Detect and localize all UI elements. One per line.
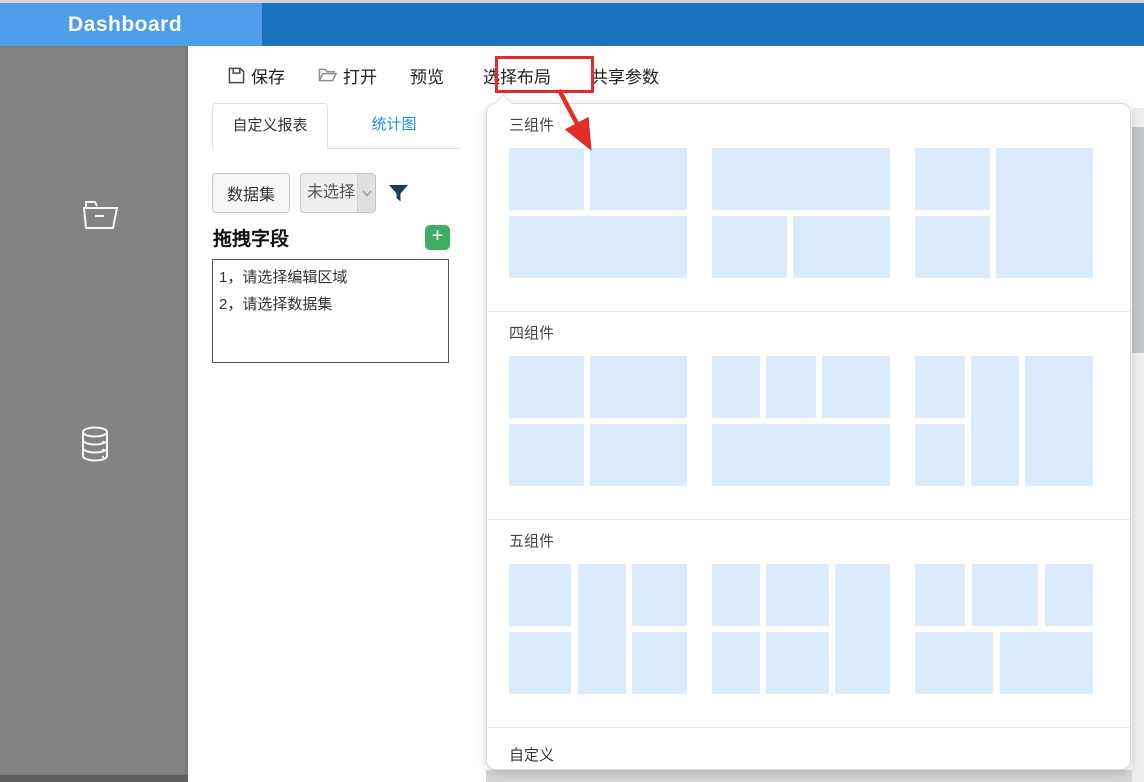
layout-option-thumbnail[interactable] [509,148,687,278]
layout-sections: 三组件 四组件 五组件 [487,104,1130,728]
layout-block [712,564,761,626]
layout-block [971,564,1038,626]
layout-section: 四组件 [487,312,1130,520]
share-params-label: 共享参数 [591,67,659,87]
layout-block [766,564,829,626]
database-icon [82,426,108,462]
folder-icon [82,201,119,229]
layout-block [915,632,994,694]
dataset-button[interactable]: 数据集 [212,173,291,213]
sidebar-item-reports[interactable] [80,192,120,234]
tab-chart[interactable]: 统计图 [328,103,460,149]
layout-block [589,356,687,418]
layout-block [589,148,687,210]
layout-block [915,424,965,486]
layout-option-thumbnail[interactable] [712,564,890,694]
app-header: Dashboard [0,3,1144,46]
layout-block [577,564,626,694]
layout-section-title: 三组件 [509,117,555,134]
save-label: 保存 [251,67,285,87]
preview-label: 预览 [410,67,444,87]
left-pane-tabs: 自定义报表 统计图 [212,103,460,149]
layout-block [509,216,687,278]
dataset-select-value: 未选择 [307,184,356,201]
dataset-select[interactable]: 未选择 [300,173,377,213]
canvas-background [486,770,1144,782]
layout-block [1044,564,1093,626]
left-sidebar [0,46,188,775]
custom-layout-option[interactable]: 自定义 [487,728,1130,769]
instruction-box: 1，请选择编辑区域 2，请选择数据集 [212,259,449,363]
layout-thumbnails-row [509,356,1108,519]
instruction-line: 2，请选择数据集 [219,296,333,313]
layout-block [509,424,584,486]
layout-block [712,632,761,694]
layout-block [1025,356,1093,486]
layout-block [915,148,990,210]
sidebar-item-datasets[interactable] [76,424,114,464]
layout-block [766,356,817,418]
layout-block [712,216,787,278]
layout-option-thumbnail[interactable] [915,564,1093,694]
layout-block [995,148,1093,278]
layout-block [971,356,1020,486]
layout-block [915,356,965,418]
layout-thumbnails-row [509,148,1108,311]
layout-section: 五组件 [487,520,1130,728]
share-params-button[interactable]: 共享参数 [591,63,659,88]
layout-option-thumbnail[interactable] [509,564,687,694]
layout-section: 三组件 [487,104,1130,312]
layout-option-thumbnail[interactable] [712,356,890,486]
select-layout-label: 选择布局 [483,67,551,87]
layout-block [509,564,572,626]
layout-block [792,216,890,278]
layout-block [589,424,687,486]
scrollbar-thumb[interactable] [1132,127,1144,353]
filter-funnel-icon [389,184,409,201]
layout-block [712,356,761,418]
instruction-line: 1，请选择编辑区域 [219,269,348,286]
open-folder-icon [318,67,337,83]
layout-block [509,356,584,418]
layout-dropdown-panel: 三组件四组件五组件 自定义 [486,103,1131,770]
layout-section-title: 五组件 [509,533,555,550]
layout-block [834,564,890,694]
add-field-button[interactable]: + [425,225,450,250]
layout-block [999,632,1093,694]
layout-option-thumbnail[interactable] [712,148,890,278]
layout-block [509,148,584,210]
drag-fields-title: 拖拽字段 [213,229,290,250]
layout-block [631,564,687,626]
layout-block [822,356,890,418]
layout-option-thumbnail[interactable] [509,356,687,486]
layout-block [915,216,990,278]
layout-option-thumbnail[interactable] [915,356,1093,486]
save-button[interactable]: 保存 [228,63,285,88]
toolbar: 保存 打开 预览 选择布局 共享参数 [188,55,692,95]
layout-block [766,632,829,694]
dataset-row: 数据集 未选择 [212,173,409,213]
layout-thumbnails-row [509,564,1108,727]
layout-block [712,424,890,486]
select-layout-button[interactable]: 选择布局 [483,63,551,88]
filter-button[interactable] [388,183,409,204]
app-title: Dashboard [68,12,183,36]
chevron-down-icon [357,174,376,212]
app-header-brand: Dashboard [0,3,262,46]
layout-section-title: 四组件 [509,325,555,342]
floppy-icon [228,67,245,84]
layout-block [631,632,687,694]
open-button[interactable]: 打开 [318,63,377,88]
layout-block [509,632,572,694]
tab-custom-report[interactable]: 自定义报表 [212,103,328,149]
layout-option-thumbnail[interactable] [915,148,1093,278]
preview-button[interactable]: 预览 [410,63,444,88]
sidebar-bottom-edge [0,775,188,782]
layout-block [712,148,890,210]
open-label: 打开 [343,67,377,87]
layout-block [915,564,965,626]
scrollbar-track[interactable] [1132,108,1144,782]
app-header-bar [262,3,1144,46]
